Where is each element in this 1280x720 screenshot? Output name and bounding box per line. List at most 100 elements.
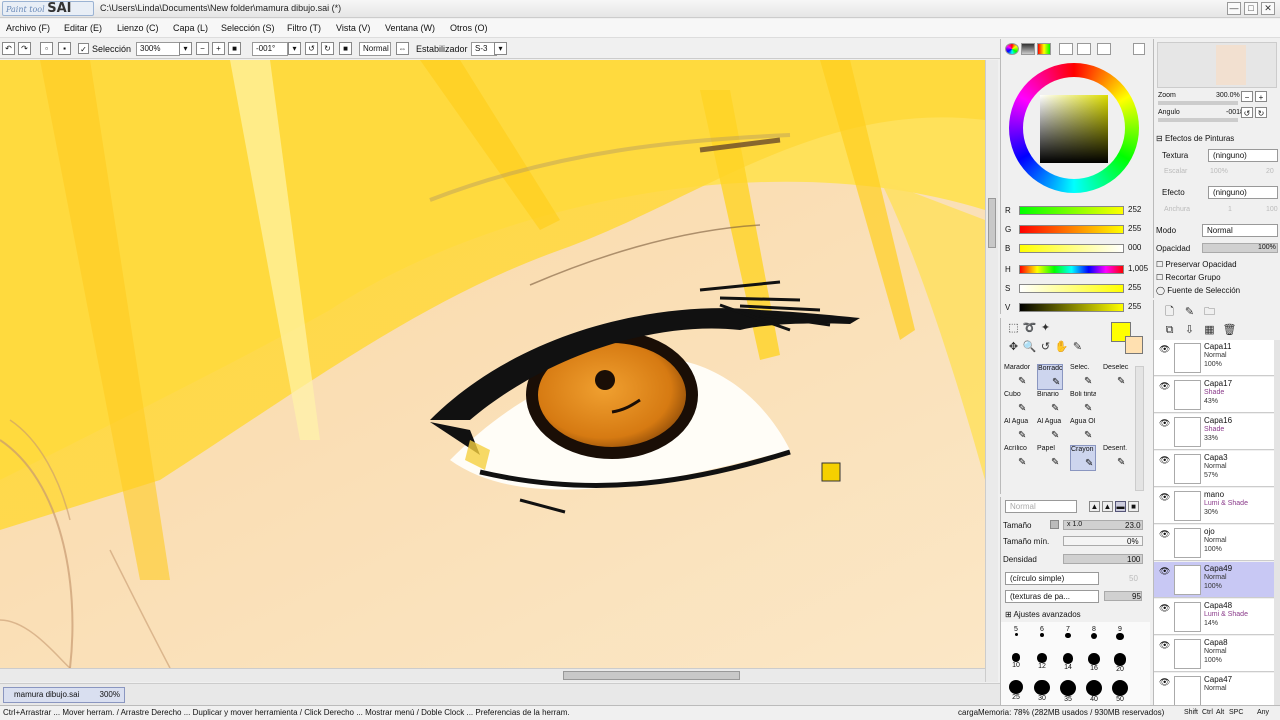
layer-row[interactable]: 👁 Capa48 Lumi & Shade 14% — [1154, 599, 1274, 635]
rect-select-icon[interactable]: ⬚ — [1006, 321, 1021, 336]
menu-seleccion[interactable]: Selección (S) — [221, 23, 275, 33]
brush-shape-select[interactable]: (círculo simple) — [1005, 572, 1099, 585]
nav-zoom-slider[interactable] — [1158, 101, 1238, 105]
color-wheel[interactable] — [1009, 63, 1139, 193]
layer-mode-select[interactable]: Normal — [1202, 224, 1278, 237]
brush-slot[interactable]: Boli tinta ✎ — [1070, 391, 1096, 417]
layer-row[interactable]: 👁 Capa8 Normal 100% — [1154, 636, 1274, 672]
eye-icon[interactable]: 👁 — [1159, 677, 1171, 687]
brush-slot[interactable]: Deselec. ✎ — [1103, 364, 1129, 390]
brush-slot[interactable]: Al Agua 9 ✎ — [1004, 418, 1030, 444]
size-preset[interactable]: 8 — [1081, 626, 1107, 644]
brush-slot[interactable]: Agua Ol ✎ — [1070, 418, 1096, 444]
new-linework-layer-icon[interactable]: ✎ — [1182, 305, 1197, 320]
brush-grid-scrollbar[interactable] — [1135, 366, 1144, 491]
size-preset[interactable]: 35 — [1055, 680, 1081, 703]
size-preset[interactable]: 10 — [1003, 653, 1029, 671]
eye-icon[interactable]: 👁 — [1159, 566, 1171, 576]
size-preset[interactable]: 6 — [1029, 626, 1055, 644]
texture-select[interactable]: (ninguno) — [1208, 149, 1278, 162]
size-preset[interactable]: 9 — [1107, 626, 1133, 644]
lasso-icon[interactable]: ➰ — [1022, 321, 1037, 336]
size-preset[interactable]: 50 — [1107, 680, 1133, 703]
brush-slot[interactable]: Desenf. ✎ — [1103, 445, 1129, 471]
hand-icon[interactable]: ✋ — [1054, 340, 1069, 355]
brush-slot[interactable]: Selec. ✎ — [1070, 364, 1096, 390]
merge-down-icon[interactable]: ⇩ — [1182, 323, 1197, 338]
clear-layer-icon[interactable]: ▦ — [1202, 323, 1217, 338]
menu-otros[interactable]: Otros (O) — [450, 23, 488, 33]
eye-icon[interactable]: 👁 — [1159, 344, 1171, 354]
rgb-sliders-mode-icon[interactable] — [1021, 43, 1035, 55]
color-panel-menu-icon[interactable] — [1133, 43, 1145, 55]
scratchpad-mode-icon[interactable] — [1077, 43, 1091, 55]
nav-angle-slider[interactable] — [1158, 118, 1238, 122]
eye-icon[interactable]: 👁 — [1159, 603, 1171, 613]
brush-slot[interactable]: Borrador ✎ — [1037, 364, 1063, 390]
horizontal-scroll-thumb[interactable] — [563, 671, 740, 680]
eye-icon[interactable]: 👁 — [1159, 418, 1171, 428]
brush-texture-select[interactable]: (texturas de pa... — [1005, 590, 1099, 603]
slider-g[interactable]: G 255 — [1003, 222, 1151, 238]
undo-icon[interactable]: ↶ — [2, 42, 15, 55]
eye-icon[interactable]: 👁 — [1159, 640, 1171, 650]
brush-slot[interactable] — [1103, 418, 1129, 444]
menu-editar[interactable]: Editar (E) — [64, 23, 102, 33]
rotate-icon[interactable]: ↺ — [1038, 340, 1053, 355]
palette-mode-icon[interactable] — [1097, 43, 1111, 55]
hsv-sliders-mode-icon[interactable] — [1037, 43, 1051, 55]
size-preset[interactable]: 14 — [1055, 653, 1081, 671]
zoom-out-icon[interactable]: − — [196, 42, 209, 55]
layer-row[interactable]: 👁 mano Lumi & Shade 30% — [1154, 488, 1274, 524]
size-toggle-icon[interactable] — [1050, 520, 1059, 529]
zoom-in-icon[interactable]: + — [212, 42, 225, 55]
secondary-color-swatch[interactable] — [1125, 336, 1143, 354]
new-layer-icon[interactable]: 🗋 — [1162, 305, 1177, 320]
brush-slot[interactable]: Papel ✎ — [1037, 445, 1063, 471]
maximize-button[interactable]: □ — [1244, 2, 1258, 15]
color-wheel-mode-icon[interactable] — [1005, 43, 1019, 55]
slider-track[interactable] — [1019, 244, 1124, 253]
layer-list-scrollbar[interactable] — [1274, 340, 1280, 705]
layer-row[interactable]: 👁 Capa16 Shade 33% — [1154, 414, 1274, 450]
slider-track[interactable] — [1019, 206, 1124, 215]
copy-layer-icon[interactable]: ⧉ — [1162, 323, 1177, 338]
eye-icon[interactable]: 👁 — [1159, 529, 1171, 539]
advanced-settings-toggle[interactable]: ⊞ Ajustes avanzados — [1005, 610, 1081, 619]
brush-slot[interactable]: Crayon ✎ — [1070, 445, 1096, 471]
redo-icon[interactable]: ↷ — [18, 42, 31, 55]
nav-rotate-right-icon[interactable]: ↻ — [1255, 107, 1267, 118]
eye-icon[interactable]: 👁 — [1159, 381, 1171, 391]
layer-row[interactable]: 👁 Capa47 Normal — [1154, 673, 1274, 705]
delete-layer-icon[interactable]: 🗑 — [1222, 323, 1237, 338]
drawing-canvas[interactable] — [0, 60, 985, 668]
zoom-reset-icon[interactable]: ■ — [228, 42, 241, 55]
nav-zoom-out-icon[interactable]: − — [1241, 91, 1253, 102]
brush-slot[interactable]: Marador ✎ — [1004, 364, 1030, 390]
menu-lienzo[interactable]: Lienzo (C) — [117, 23, 159, 33]
new-folder-icon[interactable]: 🗀 — [1202, 305, 1217, 320]
swatches-mode-icon[interactable] — [1059, 43, 1073, 55]
angle-dropdown-icon[interactable]: ▾ — [288, 42, 301, 55]
slider-s[interactable]: S 255 — [1003, 281, 1151, 297]
brush-slot[interactable]: Acrílico ✎ — [1004, 445, 1030, 471]
effect-select[interactable]: (ninguno) — [1208, 186, 1278, 199]
size-preset[interactable]: 5 — [1003, 626, 1029, 644]
selection-source-checkbox[interactable]: ◯ Fuente de Selección — [1156, 286, 1240, 295]
size-preset[interactable]: 16 — [1081, 653, 1107, 672]
brush-slot[interactable]: Al Agua 10 ✎ — [1037, 418, 1063, 444]
selection-checkbox[interactable]: ✓ — [78, 43, 89, 54]
preserve-opacity-checkbox[interactable]: ☐ Preservar Opacidad — [1156, 260, 1237, 269]
size-preset[interactable]: 30 — [1029, 680, 1055, 702]
menu-vista[interactable]: Vista (V) — [336, 23, 370, 33]
eyedropper-icon[interactable]: ✎ — [1070, 340, 1085, 355]
shape-medium-icon[interactable]: ▲ — [1102, 501, 1113, 512]
clip-group-checkbox[interactable]: ☐ Recortar Grupo — [1156, 273, 1221, 282]
nav-rotate-left-icon[interactable]: ↺ — [1241, 107, 1253, 118]
size-preset[interactable]: 40 — [1081, 680, 1107, 703]
slider-v[interactable]: V 255 — [1003, 300, 1151, 316]
close-button[interactable]: ✕ — [1261, 2, 1275, 15]
vertical-scrollbar[interactable] — [985, 60, 998, 682]
saturation-value-square[interactable] — [1040, 95, 1108, 163]
rotate-reset-icon[interactable]: ■ — [339, 42, 352, 55]
